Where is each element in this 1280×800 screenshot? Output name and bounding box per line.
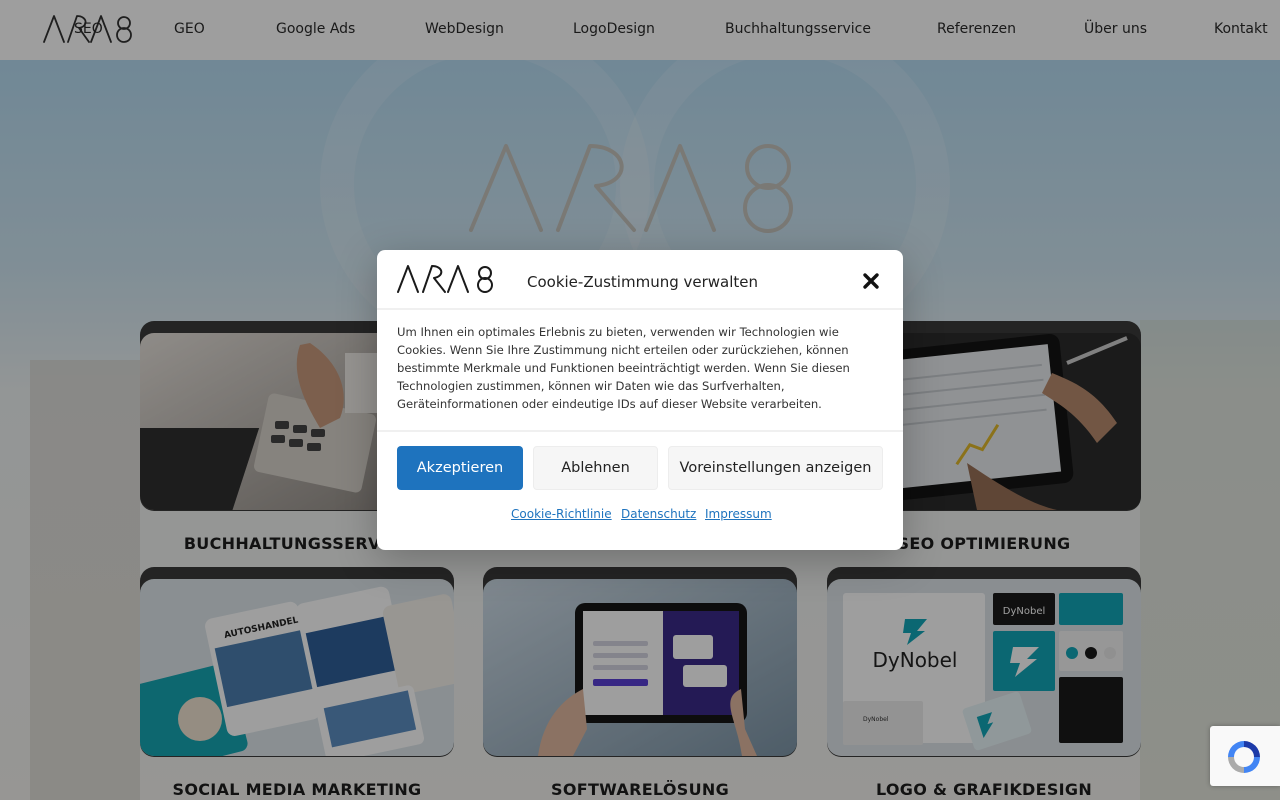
cookie-dialog-ara8-logo [397,265,493,293]
accept-button[interactable]: Akzeptieren [397,446,523,490]
recaptcha-badge[interactable] [1210,726,1280,786]
recaptcha-icon [1228,741,1260,773]
privacy-link[interactable]: Datenschutz [621,507,696,521]
cookie-dialog-title: Cookie-Zustimmung verwalten [527,273,759,291]
cookie-dialog-message: Um Ihnen ein optimales Erlebnis zu biete… [397,325,850,411]
imprint-link[interactable]: Impressum [705,507,772,521]
divider [377,430,903,432]
show-preferences-button[interactable]: Voreinstellungen anzeigen [668,446,883,490]
close-icon[interactable] [861,271,881,291]
cookie-policy-link[interactable]: Cookie-Richtlinie [511,507,612,521]
deny-button[interactable]: Ablehnen [533,446,658,490]
cookie-consent-dialog: Cookie-Zustimmung verwalten Um Ihnen ein… [377,250,903,550]
divider [377,308,903,310]
